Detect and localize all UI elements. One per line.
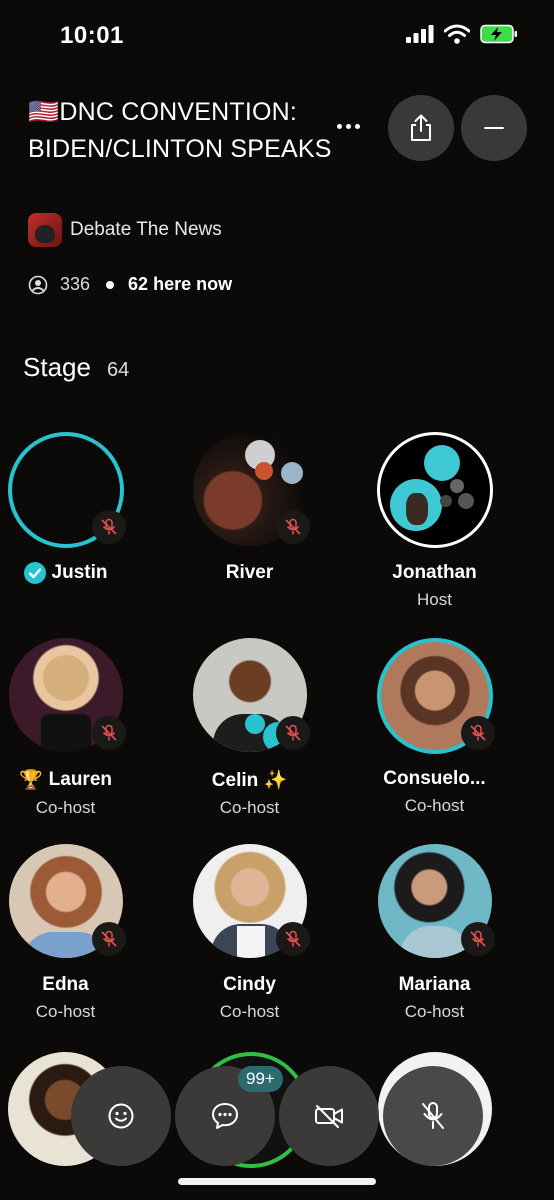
speaker-role: Co-host (404, 1002, 465, 1021)
minimize-button[interactable] (461, 95, 527, 161)
home-indicator[interactable] (178, 1178, 376, 1185)
speaker-name: River (225, 562, 274, 583)
club-link[interactable]: Debate The News (28, 213, 222, 247)
mic-off-icon (91, 922, 126, 956)
speaker-role: Co-host (35, 1002, 96, 1021)
speaker-role: Co-host (219, 798, 280, 817)
speaker-tile[interactable]: Celin ✨ Co-host (157, 638, 342, 818)
mic-off-icon (91, 716, 126, 750)
person-icon (28, 275, 48, 294)
speaker-role: Co-host (219, 1002, 280, 1021)
video-off-icon (315, 1105, 343, 1128)
mic-button[interactable] (383, 1066, 483, 1166)
club-logo (28, 213, 62, 247)
speaker-tile[interactable]: Cindy Co-host (157, 844, 342, 1022)
mic-off-icon (422, 1102, 444, 1129)
speaker-tile[interactable]: Justin (0, 432, 158, 584)
speaker-tile[interactable]: Edna Co-host (0, 844, 158, 1022)
speaker-name: Lauren (48, 769, 113, 790)
wifi-icon (444, 24, 470, 44)
room-title: 🇺🇸DNC CONVENTION: BIDEN/CLINTON SPEAKS (28, 98, 332, 163)
speaker-name: Justin (51, 562, 108, 583)
status-bar: 10:01 (0, 0, 554, 70)
share-button[interactable] (388, 95, 454, 161)
more-dots-icon[interactable] (334, 112, 362, 140)
speaker-name: Celin ✨ (211, 770, 288, 791)
club-name: Debate The News (70, 219, 222, 240)
speaker-tile[interactable]: Mariana Co-host (342, 844, 527, 1022)
battery-charging-icon (480, 24, 517, 44)
room-counts: 336 62 here now (28, 274, 232, 295)
video-button[interactable] (279, 1066, 379, 1166)
mic-off-icon (275, 922, 310, 956)
mic-off-icon (275, 716, 310, 750)
mic-off-icon (460, 922, 495, 956)
speaker-tile[interactable]: River (157, 432, 342, 584)
emoji-button[interactable] (71, 1066, 171, 1166)
listener-count: 336 (60, 274, 91, 294)
speaker-name: Edna (42, 974, 89, 995)
emoji-icon (108, 1103, 134, 1129)
speaker-name: Consuelo... (383, 768, 486, 789)
chat-unread-badge: 99+ (238, 1066, 283, 1092)
speaker-role: Co-host (404, 796, 465, 815)
avatar (376, 432, 493, 548)
here-now-count: 62 here now (128, 274, 233, 294)
stage-count: 64 (106, 359, 130, 381)
stage-label: Stage (23, 352, 91, 382)
mic-off-icon (460, 716, 495, 750)
status-time: 10:01 (60, 22, 124, 49)
speaker-name: Jonathan (392, 562, 477, 583)
speaker-tile[interactable]: Jonathan Host (342, 432, 527, 610)
trophy-icon: 🏆 (18, 770, 43, 791)
verified-icon (23, 562, 46, 584)
speaker-role: Host (417, 590, 452, 609)
speaker-name: Mariana (398, 974, 471, 995)
speaker-role: Co-host (35, 798, 96, 817)
signal-icon (406, 25, 434, 43)
mic-off-icon (275, 510, 310, 544)
speaker-tile[interactable]: Consuelo... Co-host (342, 638, 527, 816)
speaker-name: Cindy (223, 974, 276, 995)
stage-header: Stage 64 (23, 352, 129, 383)
share-icon (411, 114, 431, 141)
minus-icon (484, 127, 504, 129)
chat-icon (212, 1103, 238, 1129)
speaker-tile[interactable]: 🏆 Lauren Co-host (0, 638, 158, 818)
mic-off-icon (91, 510, 126, 544)
